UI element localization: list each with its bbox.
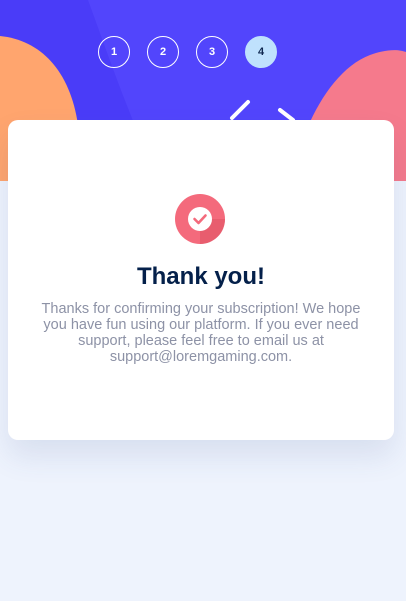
step-1[interactable]: 1 xyxy=(98,36,130,68)
check-badge-icon xyxy=(175,194,225,244)
confirmation-message: Thanks for confirming your subscription!… xyxy=(41,301,361,365)
step-2[interactable]: 2 xyxy=(147,36,179,68)
thank-you-card: Thank you! Thanks for confirming your su… xyxy=(8,120,394,440)
step-4[interactable]: 4 xyxy=(245,36,277,68)
step-3[interactable]: 3 xyxy=(196,36,228,68)
page-title: Thank you! xyxy=(136,263,265,290)
step-indicator: 1 2 3 4 xyxy=(98,36,277,68)
